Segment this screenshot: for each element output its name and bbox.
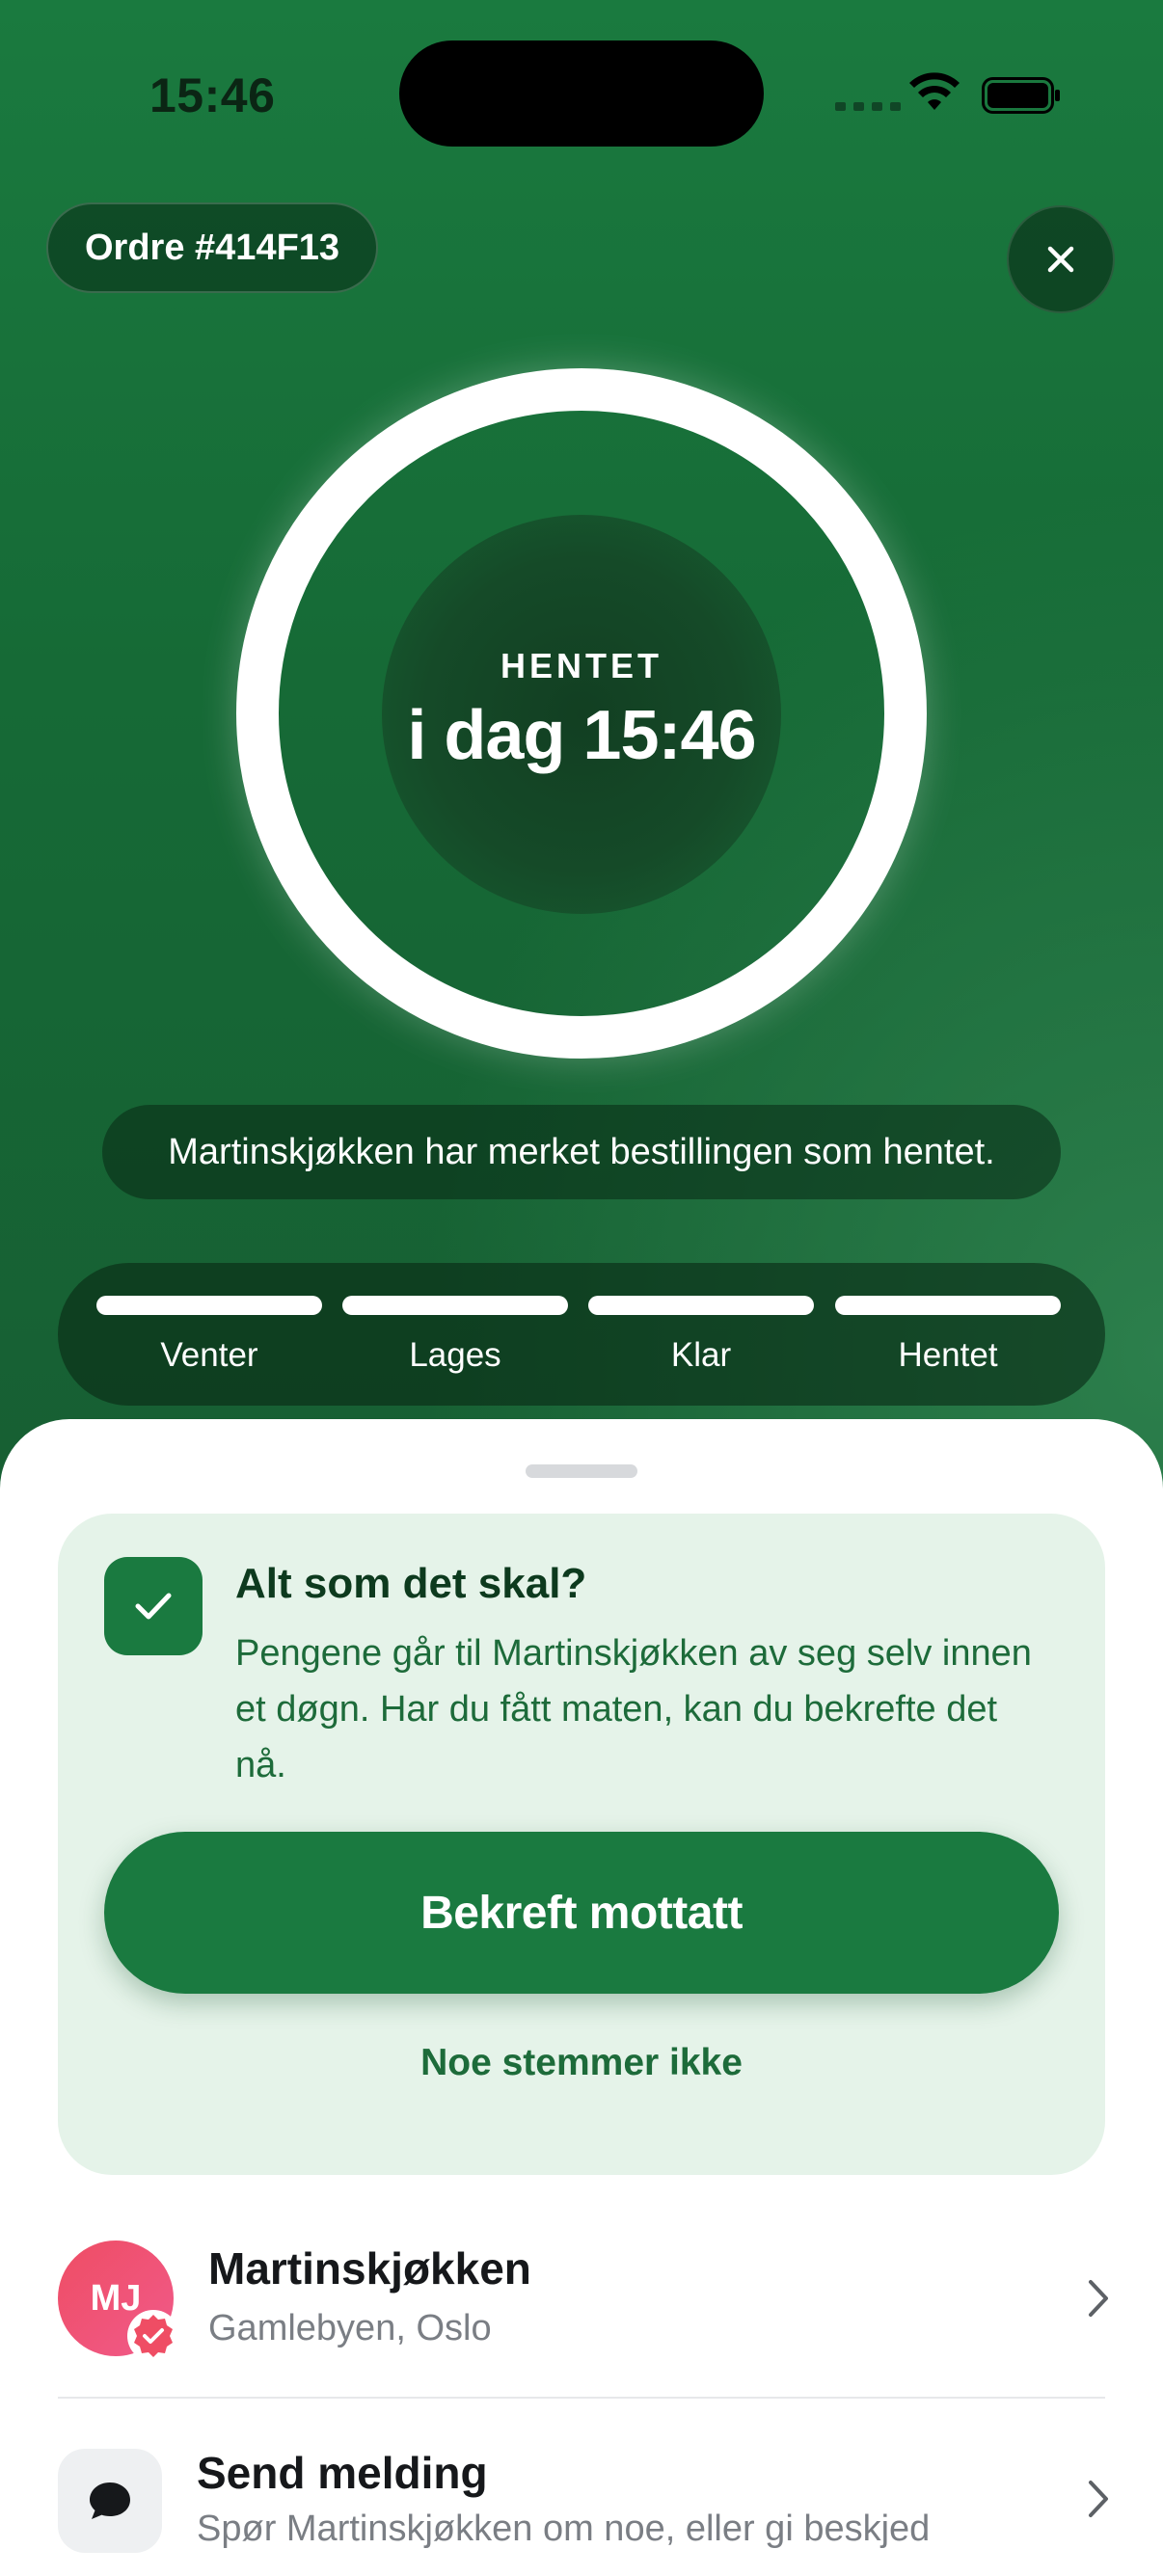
send-message-title[interactable]: Send melding: [197, 2447, 488, 2499]
verified-badge-icon: [127, 2310, 179, 2362]
report-problem-link[interactable]: Noe stemmer ikke: [104, 2042, 1059, 2084]
order-progress-tracker: Venter Lages Klar Hentet: [58, 1263, 1105, 1406]
message-row-icon-box[interactable]: [58, 2449, 162, 2553]
send-message-subtitle: Spør Martinskjøkken om noe, eller gi bes…: [197, 2509, 931, 2549]
status-time: 15:46: [149, 68, 276, 122]
wifi-icon: [909, 72, 960, 110]
close-button[interactable]: [1007, 205, 1115, 313]
confirm-card-body: Pengene går til Martinskjøkken av seg se…: [235, 1633, 1032, 1785]
status-time-text: i dag 15:46: [407, 697, 756, 774]
row-divider: [58, 2397, 1105, 2399]
progress-step-hentet: Hentet: [835, 1296, 1061, 1375]
status-notice: Martinskjøkken har merket bestillingen s…: [102, 1105, 1061, 1199]
status-label: HENTET: [500, 646, 663, 685]
progress-step-bar: [342, 1296, 568, 1315]
vendor-name: Martinskjøkken: [208, 2243, 531, 2294]
progress-step-bar: [588, 1296, 814, 1315]
order-number-badge: Ordre #414F13: [46, 202, 379, 293]
progress-step-label: Hentet: [898, 1336, 998, 1374]
confirm-card-title: Alt som det skal?: [235, 1560, 587, 1607]
vendor-location: Gamlebyen, Oslo: [208, 2308, 492, 2348]
chevron-right-icon: [1089, 2481, 1108, 2517]
progress-step-label: Klar: [670, 1336, 732, 1374]
cellular-signal-icon: [835, 102, 901, 111]
progress-step-label: Lages: [409, 1336, 501, 1374]
checkmark-icon: [135, 1593, 172, 1620]
progress-step-lages: Lages: [342, 1296, 568, 1375]
progress-step-klar: Klar: [588, 1296, 814, 1375]
progress-step-bar: [835, 1296, 1061, 1315]
progress-step-bar: [96, 1296, 322, 1315]
chevron-right-icon: [1089, 2280, 1108, 2317]
progress-step-venter: Venter: [96, 1296, 322, 1375]
progress-step-label: Venter: [160, 1336, 258, 1374]
checkmark-badge: [104, 1557, 203, 1655]
chat-bubble-icon: [90, 2482, 130, 2519]
battery-icon: [982, 77, 1060, 114]
dynamic-island: [399, 40, 764, 147]
confirm-received-button[interactable]: Bekreft mottatt: [104, 1832, 1059, 1994]
close-icon: [1047, 246, 1074, 273]
sheet-grabber-handle[interactable]: [526, 1464, 637, 1478]
